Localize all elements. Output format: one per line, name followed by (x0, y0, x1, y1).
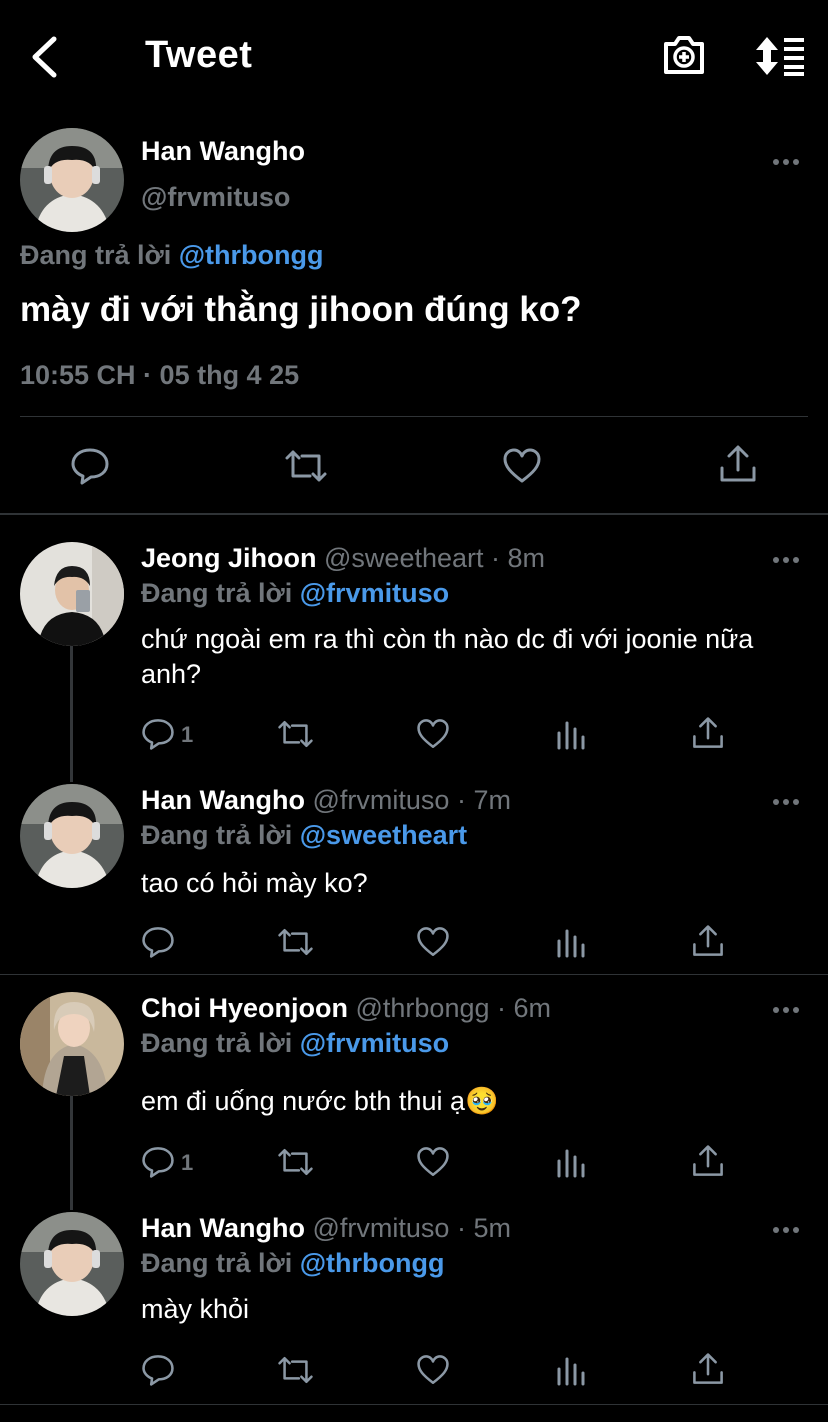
divider (0, 974, 828, 975)
analytics-icon[interactable] (556, 717, 586, 756)
reply-header: Jeong Jihoon @sweetheart · 8m (141, 543, 545, 574)
reply-time: · 7m (456, 785, 511, 815)
like-icon[interactable] (416, 1145, 450, 1184)
analytics-icon[interactable] (556, 925, 586, 964)
share-icon[interactable] (691, 1144, 725, 1183)
author-name[interactable]: Choi Hyeonjoon (141, 993, 348, 1023)
reply-count: 1 (181, 1150, 194, 1175)
replying-to-line: Đang trả lời @frvmituso (141, 1028, 449, 1059)
author-name[interactable]: Han Wangho (141, 785, 305, 815)
author-handle[interactable]: @frvmituso (313, 1213, 450, 1243)
share-icon[interactable] (718, 444, 758, 489)
replying-to-line: Đang trả lời @frvmituso (141, 578, 449, 609)
divider (0, 513, 828, 515)
reply-text: mày khỏi (141, 1294, 250, 1324)
thread-line (70, 1096, 73, 1210)
share-icon[interactable] (691, 716, 725, 755)
reply-text: chứ ngoài em ra thì còn th nào dc đi với… (141, 624, 754, 689)
reply-icon[interactable] (141, 925, 175, 964)
reply-text: tao có hỏi mày ko? (141, 868, 368, 898)
replying-to-line: Đang trả lời @thrbongg (141, 1248, 445, 1279)
mention-link[interactable]: @thrbongg (300, 1248, 445, 1278)
reply-header: Han Wangho @frvmituso · 5m (141, 1213, 511, 1244)
thread-line (70, 646, 73, 782)
avatar[interactable] (20, 784, 124, 888)
reply-icon[interactable] (141, 1353, 175, 1392)
share-icon[interactable] (691, 1352, 725, 1391)
author-handle[interactable]: @frvmituso (313, 785, 450, 815)
reply-icon[interactable] (70, 446, 110, 491)
mention-link[interactable]: @thrbongg (179, 240, 324, 270)
replying-prefix: Đang trả lời (141, 578, 293, 608)
retweet-icon[interactable] (277, 1353, 314, 1392)
reply-header: Choi Hyeonjoon @thrbongg · 6m (141, 993, 551, 1024)
avatar[interactable] (20, 542, 124, 646)
like-icon[interactable] (416, 717, 450, 756)
reply-text: em đi uống nước bth thui ạ🥹 (141, 1086, 499, 1116)
replying-prefix: Đang trả lời (141, 820, 293, 850)
analytics-icon[interactable] (556, 1145, 586, 1184)
more-icon[interactable] (773, 1007, 799, 1013)
sort-icon[interactable] (754, 36, 806, 76)
avatar[interactable] (20, 992, 124, 1096)
camera-plus-icon[interactable] (662, 34, 706, 76)
page-title: Tweet (145, 34, 253, 76)
back-arrow-icon[interactable] (28, 36, 60, 78)
reply-time: · 5m (456, 1213, 511, 1243)
author-name[interactable]: Han Wangho (141, 1213, 305, 1243)
more-icon[interactable] (773, 159, 799, 165)
mention-link[interactable]: @frvmituso (300, 1028, 449, 1058)
reply-time: · 6m (497, 993, 552, 1023)
author-handle[interactable]: @thrbongg (356, 993, 490, 1023)
replying-to-line: Đang trả lời @sweetheart (141, 820, 467, 851)
replying-to-line: Đang trả lời @thrbongg (20, 240, 324, 271)
replying-prefix: Đang trả lời (141, 1248, 293, 1278)
more-icon[interactable] (773, 557, 799, 563)
tweet-timestamp: 10:55 CH · 05 thg 4 25 (20, 360, 300, 390)
like-icon[interactable] (416, 925, 450, 964)
retweet-icon[interactable] (277, 717, 314, 756)
divider (0, 1404, 828, 1405)
tweet-text: mày đi với thằng jihoon đúng ko? (20, 290, 582, 329)
reply-icon[interactable] (141, 717, 175, 756)
mention-link[interactable]: @frvmituso (300, 578, 449, 608)
reply-icon[interactable] (141, 1145, 175, 1184)
reply-time: · 8m (491, 543, 546, 573)
share-icon[interactable] (691, 924, 725, 963)
retweet-icon[interactable] (277, 925, 314, 964)
replying-prefix: Đang trả lời (141, 1028, 293, 1058)
analytics-icon[interactable] (556, 1353, 586, 1392)
reply-count: 1 (181, 722, 194, 747)
retweet-icon[interactable] (277, 1145, 314, 1184)
author-handle[interactable]: @sweetheart (324, 543, 483, 573)
like-icon[interactable] (502, 446, 542, 491)
more-icon[interactable] (773, 1227, 799, 1233)
replying-prefix: Đang trả lời (20, 240, 172, 270)
mention-link[interactable]: @sweetheart (300, 820, 467, 850)
retweet-icon[interactable] (284, 446, 328, 491)
avatar[interactable] (20, 128, 124, 232)
like-icon[interactable] (416, 1353, 450, 1392)
author-handle[interactable]: @frvmituso (141, 182, 290, 213)
author-name[interactable]: Jeong Jihoon (141, 543, 317, 573)
divider (20, 416, 808, 417)
author-name[interactable]: Han Wangho (141, 136, 305, 167)
more-icon[interactable] (773, 799, 799, 805)
reply-header: Han Wangho @frvmituso · 7m (141, 785, 511, 816)
avatar[interactable] (20, 1212, 124, 1316)
